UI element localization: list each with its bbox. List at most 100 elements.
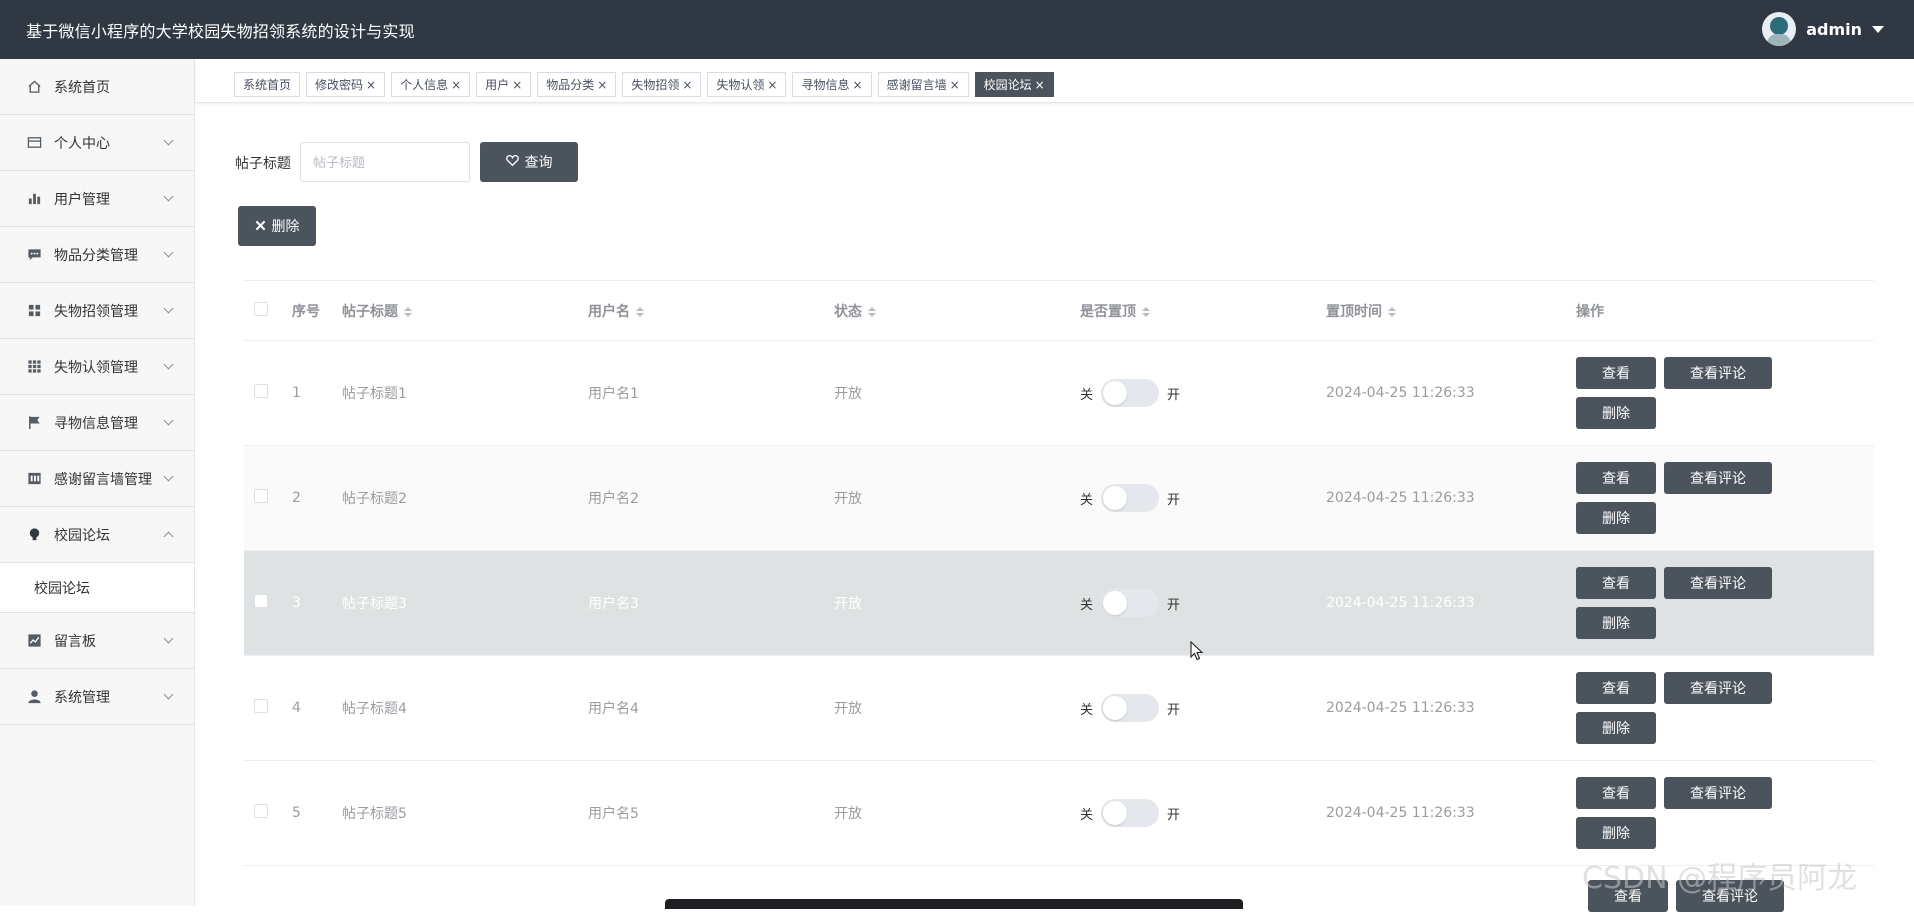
pin-toggle[interactable] bbox=[1101, 694, 1160, 722]
switch-off-label: 关 bbox=[1080, 492, 1094, 508]
close-icon[interactable]: × bbox=[451, 78, 461, 92]
view-button[interactable]: 查看 bbox=[1576, 777, 1656, 809]
col-header-pin-time[interactable]: 置顶时间 bbox=[1326, 301, 1572, 321]
batch-delete-button[interactable]: 删除 bbox=[238, 206, 316, 246]
cell-user: 用户名3 bbox=[588, 596, 639, 612]
close-icon[interactable]: × bbox=[682, 78, 692, 92]
pin-toggle[interactable] bbox=[1101, 379, 1160, 407]
sort-icon[interactable] bbox=[1388, 306, 1396, 317]
sidebar-item-claims[interactable]: 失物认领管理 bbox=[0, 339, 194, 395]
sidebar-item-thanks-wall[interactable]: 感谢留言墙管理 bbox=[0, 451, 194, 507]
sidebar-item-category[interactable]: 物品分类管理 bbox=[0, 227, 194, 283]
sort-icon[interactable] bbox=[636, 306, 644, 317]
view-button[interactable]: 查看 bbox=[1576, 567, 1656, 599]
sidebar-item-message-board[interactable]: 留言板 bbox=[0, 613, 194, 669]
chevron-down-icon bbox=[163, 633, 174, 644]
tab-personal-info[interactable]: 个人信息 × bbox=[391, 72, 471, 97]
switch-on-label: 开 bbox=[1167, 492, 1181, 508]
delete-button[interactable]: 删除 bbox=[1576, 712, 1656, 744]
delete-button[interactable]: 删除 bbox=[1576, 502, 1656, 534]
user-name[interactable]: admin bbox=[1806, 20, 1862, 39]
close-icon[interactable]: × bbox=[512, 78, 522, 92]
row-checkbox[interactable] bbox=[254, 699, 268, 713]
tab-user[interactable]: 用户 × bbox=[476, 72, 532, 97]
sidebar-item-seek[interactable]: 寻物信息管理 bbox=[0, 395, 194, 451]
tab-claims[interactable]: 失物认领 × bbox=[707, 72, 787, 97]
view-comments-button[interactable]: 查看评论 bbox=[1664, 462, 1772, 494]
col-header-status[interactable]: 状态 bbox=[834, 301, 1080, 321]
tab-thanks-wall[interactable]: 感谢留言墙 × bbox=[877, 72, 969, 97]
close-icon[interactable]: × bbox=[1035, 78, 1045, 92]
view-button[interactable]: 查看 bbox=[1576, 462, 1656, 494]
tab-home[interactable]: 系统首页 bbox=[234, 72, 301, 97]
sort-icon[interactable] bbox=[404, 306, 412, 317]
tab-label: 寻物信息 bbox=[801, 78, 850, 92]
cell-title: 帖子标题4 bbox=[342, 701, 407, 717]
tab-forum[interactable]: 校园论坛 × bbox=[974, 72, 1054, 97]
sidebar-item-lost-found[interactable]: 失物招领管理 bbox=[0, 283, 194, 339]
tab-category[interactable]: 物品分类 × bbox=[537, 72, 617, 97]
delete-button[interactable]: 删除 bbox=[1576, 607, 1656, 639]
col-header-user[interactable]: 用户名 bbox=[588, 301, 834, 321]
tab-change-password[interactable]: 修改密码 × bbox=[306, 72, 386, 97]
row-checkbox[interactable] bbox=[254, 804, 268, 818]
row-checkbox[interactable] bbox=[254, 384, 268, 398]
tab-seek[interactable]: 寻物信息 × bbox=[792, 72, 872, 97]
view-comments-button[interactable]: 查看评论 bbox=[1664, 672, 1772, 704]
delete-button[interactable]: 删除 bbox=[1576, 397, 1656, 429]
avatar[interactable] bbox=[1762, 12, 1797, 46]
heart-icon bbox=[505, 154, 519, 170]
close-icon[interactable]: × bbox=[366, 78, 376, 92]
delete-button[interactable]: 删除 bbox=[1576, 817, 1656, 849]
chevron-down-icon[interactable] bbox=[1872, 25, 1884, 33]
view-comments-button[interactable]: 查看评论 bbox=[1664, 357, 1772, 389]
col-header-actions: 操作 bbox=[1576, 303, 1604, 320]
select-all-checkbox[interactable] bbox=[254, 301, 268, 316]
sidebar-item-home[interactable]: 系统首页 bbox=[0, 59, 194, 115]
col-header-title[interactable]: 帖子标题 bbox=[342, 301, 588, 321]
view-button[interactable]: 查看 bbox=[1576, 672, 1656, 704]
search-input[interactable] bbox=[300, 142, 470, 182]
view-comments-button[interactable]: 查看评论 bbox=[1664, 777, 1772, 809]
user-menu[interactable]: admin bbox=[1762, 12, 1884, 46]
close-icon[interactable]: × bbox=[950, 78, 960, 92]
sort-icon[interactable] bbox=[868, 306, 876, 317]
sidebar-subitem-forum[interactable]: 校园论坛 bbox=[0, 563, 194, 613]
pin-toggle[interactable] bbox=[1101, 484, 1160, 512]
pin-toggle[interactable] bbox=[1101, 799, 1160, 827]
pin-toggle[interactable] bbox=[1101, 589, 1160, 617]
cell-title: 帖子标题1 bbox=[342, 386, 407, 402]
sort-icon[interactable] bbox=[1142, 306, 1150, 317]
search-label: 帖子标题 bbox=[235, 156, 291, 172]
top-header: 基于微信小程序的大学校园失物招领系统的设计与实现 admin bbox=[0, 0, 1914, 59]
cell-status: 开放 bbox=[834, 701, 862, 717]
cell-title: 帖子标题5 bbox=[342, 806, 407, 822]
cell-title: 帖子标题3 bbox=[342, 596, 407, 612]
query-button[interactable]: 查询 bbox=[480, 142, 578, 182]
sidebar-item-system[interactable]: 系统管理 bbox=[0, 669, 194, 725]
row-checkbox[interactable] bbox=[254, 489, 268, 503]
watermark: CSDN @程序员阿龙 bbox=[1582, 861, 1858, 896]
chevron-down-icon bbox=[163, 191, 174, 202]
tab-label: 物品分类 bbox=[546, 78, 595, 92]
sidebar-item-personal-center[interactable]: 个人中心 bbox=[0, 115, 194, 171]
tab-label: 系统首页 bbox=[243, 78, 292, 92]
close-icon[interactable]: × bbox=[597, 78, 607, 92]
table-header: 序号 帖子标题 用户名 状态 是否置顶 置顶时间 操作 bbox=[244, 281, 1874, 341]
cell-status: 开放 bbox=[834, 806, 862, 822]
cell-no: 3 bbox=[292, 595, 301, 611]
col-header-pinned[interactable]: 是否置顶 bbox=[1080, 301, 1326, 321]
row-checkbox[interactable] bbox=[254, 594, 268, 608]
sidebar-item-forum[interactable]: 校园论坛 bbox=[0, 507, 194, 563]
view-comments-button[interactable]: 查看评论 bbox=[1664, 567, 1772, 599]
home-icon bbox=[26, 79, 42, 95]
tab-lost-found[interactable]: 失物招领 × bbox=[622, 72, 702, 97]
person-icon bbox=[26, 689, 42, 705]
view-button[interactable]: 查看 bbox=[1576, 357, 1656, 389]
chevron-up-icon bbox=[163, 531, 174, 542]
switch-on-label: 开 bbox=[1167, 387, 1181, 403]
sidebar-item-users[interactable]: 用户管理 bbox=[0, 171, 194, 227]
close-icon[interactable]: × bbox=[853, 78, 863, 92]
card-icon bbox=[26, 135, 42, 151]
close-icon[interactable]: × bbox=[767, 78, 777, 92]
